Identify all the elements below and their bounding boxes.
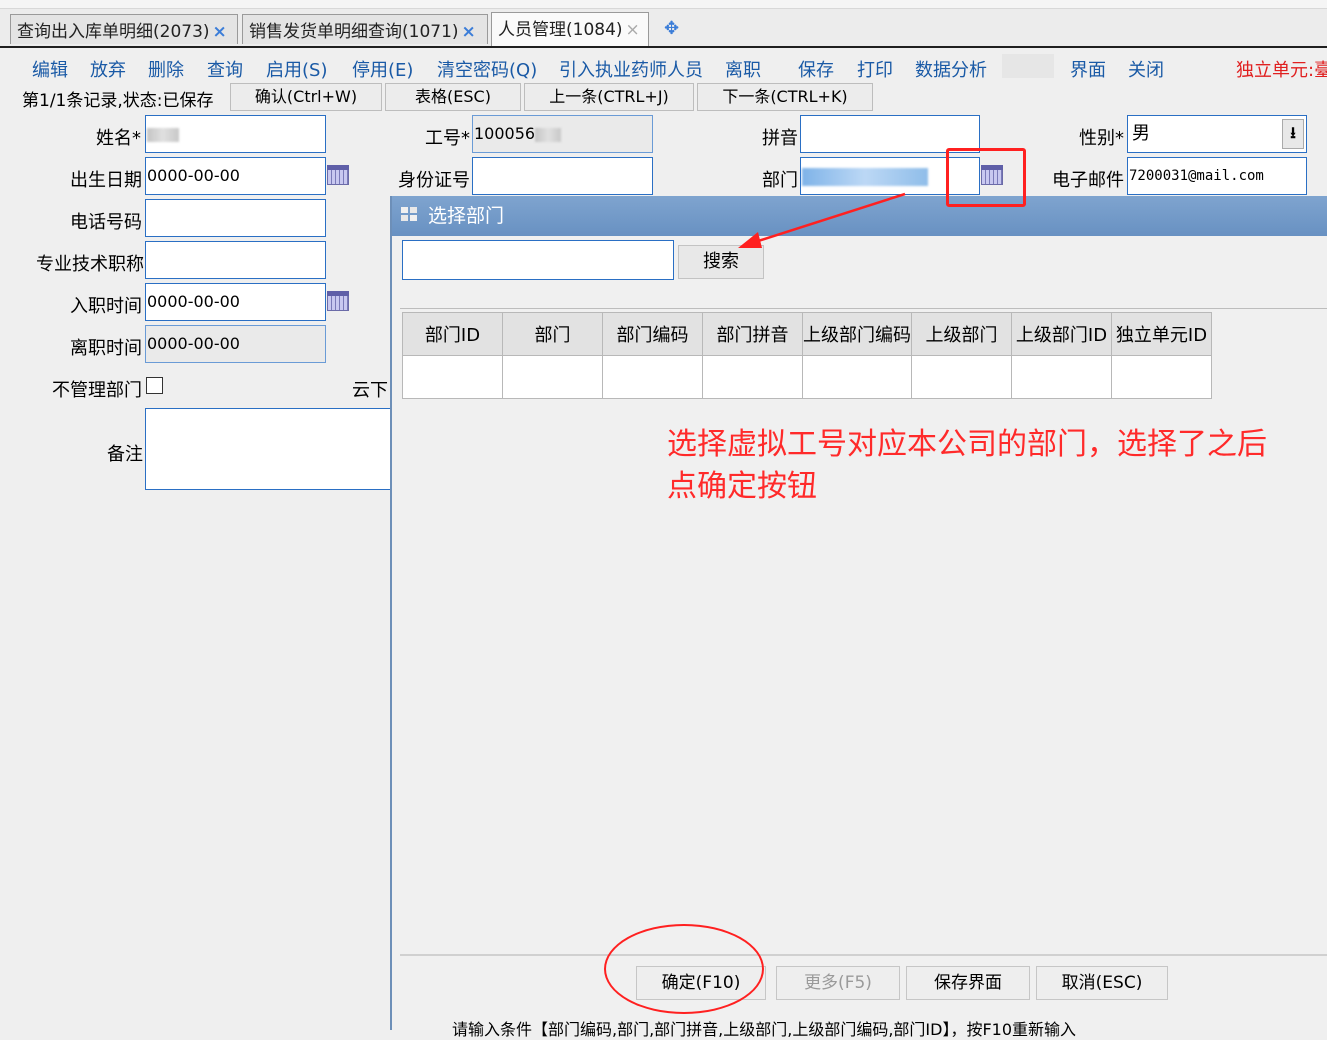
gender-select[interactable]: 男 ⭳ <box>1127 115 1307 153</box>
close-icon[interactable]: × <box>626 20 640 40</box>
col-dept-id[interactable]: 部门ID <box>402 312 503 356</box>
prev-record-button[interactable]: 上一条(CTRL+J) <box>524 83 694 111</box>
col-parent-dept[interactable]: 上级部门 <box>911 312 1012 356</box>
title-input[interactable] <box>145 241 326 279</box>
join-date-input[interactable]: 0000-00-00 <box>145 283 326 321</box>
join-label: 入职时间 <box>70 296 142 317</box>
cloud-label: 云下 <box>352 380 388 401</box>
col-unit-id[interactable]: 独立单元ID <box>1111 312 1212 356</box>
table-row[interactable] <box>402 355 1212 399</box>
name-input[interactable] <box>145 115 326 153</box>
next-record-button[interactable]: 下一条(CTRL+K) <box>697 83 873 111</box>
menu-save[interactable]: 保存 <box>798 56 834 82</box>
nomanage-label: 不管理部门 <box>52 380 142 401</box>
independent-unit-label: 独立单元:臺 <box>1236 60 1327 81</box>
leave-label: 离职时间 <box>70 338 142 359</box>
tab-label: 销售发货单明细查询(1071) <box>249 22 459 42</box>
windows-logo-icon <box>401 207 419 223</box>
note-line-1: 选择虚拟工号对应本公司的部门，选择了之后 <box>667 427 1267 462</box>
dialog-titlebar[interactable]: 选择部门 <box>392 196 1327 236</box>
select-dept-dialog: 选择部门 搜索 部门ID 部门 部门编码 部门拼音 上级部门编码 上级部门 上级… <box>390 196 1327 1039</box>
record-status: 第1/1条记录,状态:已保存 <box>22 91 214 111</box>
close-icon[interactable]: × <box>213 22 227 42</box>
annotation-ellipse <box>604 924 764 1014</box>
menu-discard[interactable]: 放弃 <box>90 56 126 82</box>
birth-label: 出生日期 <box>70 170 142 191</box>
menu-disable[interactable]: 停用(E) <box>352 56 413 82</box>
annotation-box <box>946 148 1026 207</box>
tab-sales-delivery[interactable]: 销售发货单明细查询(1071) × <box>242 14 488 44</box>
menu-layout[interactable]: 界面 <box>1070 56 1106 82</box>
menu-query[interactable]: 查询 <box>207 56 243 82</box>
leave-date-input[interactable]: 0000-00-00 <box>145 325 326 363</box>
nomanage-checkbox[interactable] <box>146 377 163 394</box>
email-input[interactable]: 7200031@mail.com <box>1127 157 1307 195</box>
tab-personnel[interactable]: 人员管理(1084) × <box>491 12 649 46</box>
idcard-input[interactable] <box>472 157 653 195</box>
idcard-label: 身份证号 <box>398 170 470 191</box>
dept-table: 部门ID 部门 部门编码 部门拼音 上级部门编码 上级部门 上级部门ID 独立单… <box>402 312 1212 399</box>
grid-button[interactable]: 表格(ESC) <box>385 83 521 111</box>
search-hint: 请输入条件【部门编码,部门,部门拼音,上级部门,上级部门编码,部门ID】，按F1… <box>452 1020 1077 1039</box>
calendar-icon[interactable] <box>327 291 349 311</box>
remark-textarea[interactable] <box>145 408 395 490</box>
email-label: 电子邮件 <box>1052 170 1124 191</box>
remark-label: 备注 <box>107 444 143 465</box>
dialog-divider <box>400 308 1327 309</box>
redacted-mask <box>802 167 928 186</box>
empno-input[interactable]: 100056 <box>472 115 653 153</box>
menu-bar: 编辑 放弃 删除 查询 启用(S) 停用(E) 清空密码(Q) 引入执业药师人员… <box>18 50 1327 82</box>
tab-bar-top-strip <box>0 0 1327 9</box>
col-dept-code[interactable]: 部门编码 <box>602 312 703 356</box>
note-line-2: 点确定按钮 <box>667 469 817 504</box>
add-tab-icon[interactable]: ✥ <box>664 18 679 39</box>
redacted-mask <box>535 127 562 142</box>
menu-resign[interactable]: 离职 <box>725 56 761 82</box>
menu-edit[interactable]: 编辑 <box>32 56 68 82</box>
annotation-note: 选择虚拟工号对应本公司的部门，选择了之后 点确定按钮 <box>667 424 1267 508</box>
name-label: 姓名* <box>96 128 141 149</box>
close-icon[interactable]: × <box>462 22 476 42</box>
table-header-row: 部门ID 部门 部门编码 部门拼音 上级部门编码 上级部门 上级部门ID 独立单… <box>402 312 1212 356</box>
pinyin-label: 拼音 <box>762 128 798 149</box>
birth-input[interactable]: 0000-00-00 <box>145 157 326 195</box>
more-button[interactable]: 更多(F5) <box>776 966 900 1000</box>
dropdown-arrow-icon[interactable]: ⭳ <box>1282 119 1304 149</box>
dialog-title: 选择部门 <box>428 205 505 227</box>
col-parent-code[interactable]: 上级部门编码 <box>802 312 912 356</box>
gender-label: 性别* <box>1079 128 1124 149</box>
col-dept-pinyin[interactable]: 部门拼音 <box>702 312 803 356</box>
gender-value: 男 <box>1132 123 1150 144</box>
search-button[interactable]: 搜索 <box>678 245 764 279</box>
menu-data-analysis[interactable]: 数据分析 <box>915 56 987 82</box>
menu-enable[interactable]: 启用(S) <box>266 56 327 82</box>
menu-print[interactable]: 打印 <box>857 56 893 82</box>
tab-label: 人员管理(1084) <box>498 20 623 40</box>
confirm-button[interactable]: 确认(Ctrl+W) <box>230 83 382 111</box>
redacted-mask <box>147 127 179 142</box>
col-dept[interactable]: 部门 <box>502 312 603 356</box>
menu-delete[interactable]: 删除 <box>148 56 184 82</box>
dept-label: 部门 <box>762 170 798 191</box>
phone-label: 电话号码 <box>70 212 142 233</box>
save-layout-button[interactable]: 保存界面 <box>906 966 1030 1000</box>
tab-bar: 查询出入库单明细(2073) × 销售发货单明细查询(1071) × 人员管理(10… <box>0 0 1327 48</box>
col-parent-id[interactable]: 上级部门ID <box>1011 312 1112 356</box>
tab-stock-detail[interactable]: 查询出入库单明细(2073) × <box>10 14 238 44</box>
phone-input[interactable] <box>145 199 326 237</box>
menu-import-pharmacist[interactable]: 引入执业药师人员 <box>559 56 703 82</box>
cancel-button[interactable]: 取消(ESC) <box>1036 966 1168 1000</box>
menu-close[interactable]: 关闭 <box>1128 56 1164 82</box>
calendar-icon[interactable] <box>327 165 349 185</box>
empno-label: 工号* <box>425 128 470 149</box>
tab-label: 查询出入库单明细(2073) <box>17 22 210 42</box>
dept-search-input[interactable] <box>402 240 674 280</box>
title-label: 专业技术职称 <box>36 254 144 275</box>
menu-clear-password[interactable]: 清空密码(Q) <box>437 56 537 82</box>
dialog-bottom-divider <box>400 954 1327 956</box>
menu-spacer <box>1002 54 1054 78</box>
empno-value: 100056 <box>474 124 536 143</box>
